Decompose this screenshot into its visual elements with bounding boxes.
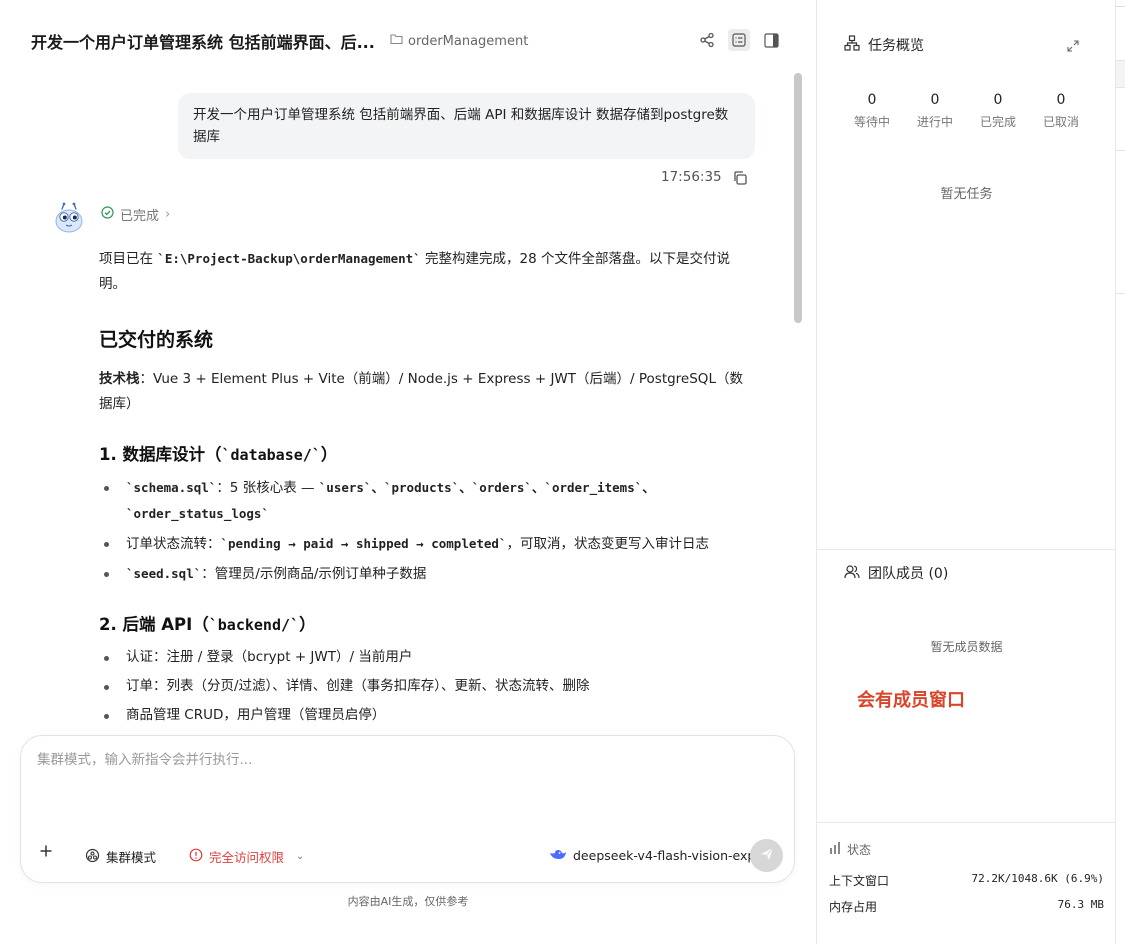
empty-member-message: 暂无成员数据: [930, 640, 1003, 654]
model-selector[interactable]: deepseek-v4-flash-vision-exp: [549, 847, 755, 864]
adjacent-panel-edge: [1115, 0, 1125, 944]
expand-icon[interactable]: [1067, 37, 1079, 56]
team-members-title: 团队成员 (0): [844, 563, 948, 583]
subsection-heading-backend: 2. 后端 API（`backend/`）: [99, 615, 316, 634]
context-window-label: 上下文窗口: [829, 874, 890, 888]
bar-chart-icon: [829, 842, 841, 857]
tech-stack-line: 技术栈：Vue 3 + Element Plus + Vite（前端）/ Nod…: [99, 371, 743, 412]
memory-usage-label: 内存占用: [829, 900, 878, 914]
empty-task-message: 暂无任务: [940, 187, 993, 202]
chevron-right-icon: ›: [165, 207, 171, 222]
folder-badge[interactable]: orderManagement: [390, 33, 528, 49]
list-item: 商品管理 CRUD，用户管理（管理员启停）: [99, 703, 749, 728]
chat-scroll-area[interactable]: 开发一个用户订单管理系统 包括前端界面、后端 API 和数据库设计 数据存储到p…: [0, 80, 816, 735]
cluster-icon: [85, 848, 100, 866]
header: 开发一个用户订单管理系统 包括前端界面、后... orderManagement: [0, 0, 816, 80]
prompt-input[interactable]: [37, 752, 777, 768]
task-overview-title: 任务概览: [844, 35, 924, 55]
alert-circle-icon: [189, 848, 203, 865]
list-item: `schema.sql`：5 张核心表 — `users`、`products`…: [99, 475, 749, 527]
stat-running: 0 进行中: [916, 92, 953, 129]
model-label: deepseek-v4-flash-vision-exp: [573, 848, 756, 863]
stat-cancelled: 0 已取消: [1042, 92, 1079, 129]
context-window-row: 上下文窗口 72.2K/1048.6K (6.9%): [829, 872, 1104, 889]
user-message-bubble: 开发一个用户订单管理系统 包括前端界面、后端 API 和数据库设计 数据存储到p…: [178, 93, 755, 159]
org-chart-icon: [844, 35, 860, 55]
divider: [817, 549, 1116, 550]
subsection-heading-database: 1. 数据库设计（`database/`）: [99, 445, 338, 464]
list-item: 订单状态流转：`pending → paid → shipped → compl…: [99, 531, 749, 557]
access-permission-dropdown[interactable]: 完全访问权限 ⌄: [189, 847, 304, 866]
composer: 集群模式 完全访问权限 ⌄ deepseek-v4-flash-vision-e…: [20, 735, 795, 883]
context-window-value: 72.2K/1048.6K (6.9%): [971, 872, 1104, 885]
completion-status[interactable]: 已完成 ›: [101, 205, 170, 224]
task-title-label: 任务概览: [868, 38, 924, 54]
whale-logo-icon: [549, 847, 567, 864]
cluster-mode-button[interactable]: 集群模式: [85, 847, 156, 866]
assistant-avatar-icon: [52, 200, 86, 234]
list-item: 认证：注册 / 登录（bcrypt + JWT）/ 当前用户: [99, 645, 749, 670]
stat-waiting: 0 等待中: [853, 92, 890, 129]
check-circle-icon: [101, 206, 114, 223]
status-section-title: 状态: [829, 841, 871, 858]
users-icon: [844, 564, 860, 583]
section-heading: 已交付的系统: [99, 329, 214, 351]
chevron-down-icon: ⌄: [296, 851, 305, 862]
task-list-icon[interactable]: [728, 29, 750, 51]
cluster-mode-label: 集群模式: [106, 850, 157, 865]
memory-usage-value: 76.3 MB: [1057, 898, 1104, 911]
message-timestamp: 17:56:35: [661, 169, 722, 185]
status-title-label: 状态: [847, 843, 872, 857]
database-list: `schema.sql`：5 张核心表 — `users`、`products`…: [99, 475, 749, 587]
divider: [817, 822, 1116, 823]
right-panel: 任务概览 0 等待中 0 进行中 0 已完成 0 已取消 暂无任务 团队成员 (…: [816, 0, 1116, 944]
stat-completed: 0 已完成: [979, 92, 1016, 129]
intro-paragraph: 项目已在 `E:\Project-Backup\orderManagement`…: [99, 251, 730, 292]
memory-usage-row: 内存占用 76.3 MB: [829, 898, 1104, 915]
backend-list: 认证：注册 / 登录（bcrypt + JWT）/ 当前用户 订单：列表（分页/…: [99, 645, 749, 728]
page-title: 开发一个用户订单管理系统 包括前端界面、后...: [31, 33, 375, 52]
send-button[interactable]: [750, 839, 783, 872]
assistant-message: 项目已在 `E:\Project-Backup\orderManagement`…: [99, 246, 749, 732]
plus-icon: [39, 844, 53, 861]
team-title-label: 团队成员 (0): [868, 566, 949, 582]
main-chat-area: 开发一个用户订单管理系统 包括前端界面、后... orderManagement…: [0, 0, 816, 944]
copy-icon[interactable]: [732, 170, 748, 190]
access-label: 完全访问权限: [209, 850, 285, 865]
list-item: `seed.sql`：管理员/示例商品/示例订单种子数据: [99, 561, 749, 587]
status-label: 已完成: [120, 209, 160, 224]
member-window-annotation: 会有成员窗口: [857, 690, 965, 711]
add-attachment-button[interactable]: [39, 844, 53, 861]
ai-disclaimer: 内容由AI生成，仅供参考: [347, 895, 469, 908]
sidebar-toggle-icon[interactable]: [760, 29, 782, 51]
send-icon: [759, 846, 775, 866]
list-item: 订单：列表（分页/过滤）、详情、创建（事务扣库存）、更新、状态流转、删除: [99, 674, 749, 699]
folder-label: orderManagement: [408, 33, 529, 49]
share-icon[interactable]: [696, 29, 718, 51]
folder-icon: [390, 33, 403, 49]
